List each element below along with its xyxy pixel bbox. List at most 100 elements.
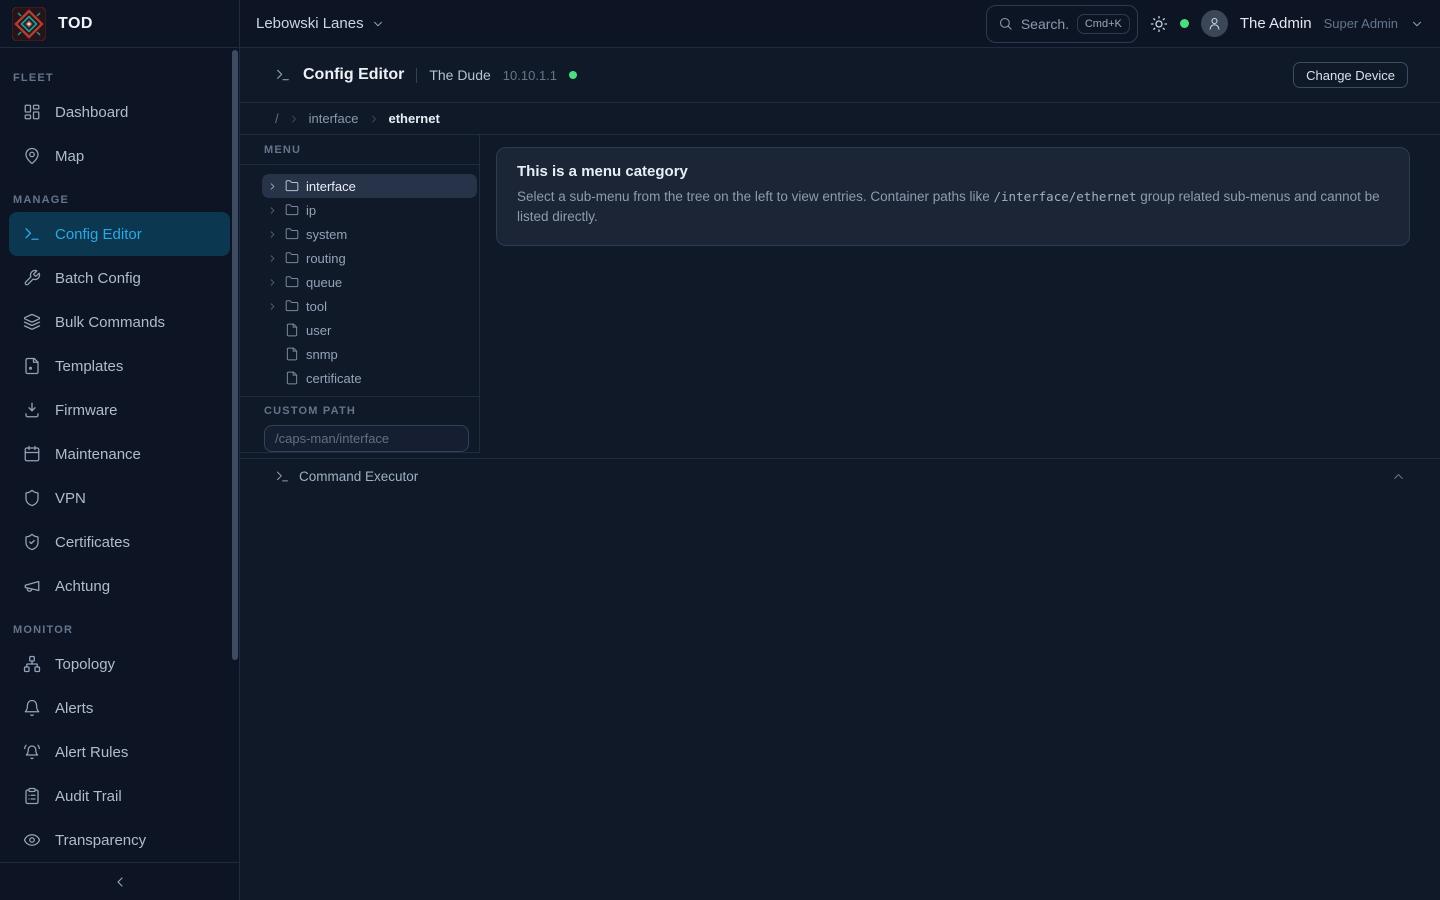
tree-item-system[interactable]: system [262, 222, 477, 246]
chevron-up-icon[interactable] [1391, 469, 1406, 484]
folder-icon [285, 227, 299, 241]
sidebar-item-label: Topology [55, 656, 115, 673]
search-shortcut-badge: Cmd+K [1077, 14, 1130, 34]
terminal-icon [275, 469, 290, 484]
sidebar-collapse-button[interactable] [0, 862, 239, 900]
sidebar-item-label: Maintenance [55, 446, 141, 463]
sidebar-item-label: Bulk Commands [55, 314, 165, 331]
theme-toggle-sun-icon[interactable] [1150, 15, 1168, 33]
file-icon [285, 323, 299, 337]
sidebar-nav: FLEET Dashboard Map MANAGE Config Editor… [0, 48, 239, 862]
breadcrumb: / interface ethernet [240, 103, 1440, 135]
tree-item-tool[interactable]: tool [262, 294, 477, 318]
sidebar-item-audit-trail[interactable]: Audit Trail [9, 774, 230, 818]
tree-item-label: tool [306, 299, 327, 314]
editor-body: MENU interface ip syst [240, 135, 1440, 453]
chevron-right-icon[interactable] [267, 301, 278, 312]
breadcrumb-item-interface[interactable]: interface [309, 111, 359, 126]
sidebar-item-label: Firmware [55, 402, 118, 419]
command-executor-bar[interactable]: Command Executor [240, 458, 1440, 494]
sidebar-item-transparency[interactable]: Transparency [9, 818, 230, 862]
info-card-title: This is a menu category [517, 163, 1389, 180]
menu-panel: MENU interface ip syst [240, 135, 480, 453]
chevron-right-icon [288, 113, 300, 125]
chevron-down-icon [371, 17, 385, 31]
shield-icon [23, 489, 41, 507]
file-icon [285, 347, 299, 361]
sidebar-item-vpn[interactable]: VPN [9, 476, 230, 520]
sidebar-item-alert-rules[interactable]: Alert Rules [9, 730, 230, 774]
chevron-right-icon[interactable] [267, 229, 278, 240]
custom-path-input[interactable] [264, 425, 469, 452]
sidebar-item-label: Batch Config [55, 270, 141, 287]
tree-item-label: system [306, 227, 347, 242]
tree-item-snmp[interactable]: snmp [262, 342, 477, 366]
map-pin-icon [23, 147, 41, 165]
custom-path-label: CUSTOM PATH [264, 405, 469, 417]
global-search[interactable]: Cmd+K [986, 5, 1138, 43]
sidebar-section-manage: MANAGE [0, 178, 239, 212]
custom-path-section: CUSTOM PATH [240, 396, 479, 452]
sidebar-section-fleet: FLEET [0, 56, 239, 90]
sidebar-item-dashboard[interactable]: Dashboard [9, 90, 230, 134]
tree-item-routing[interactable]: routing [262, 246, 477, 270]
tree-item-interface[interactable]: interface [262, 174, 477, 198]
chevron-right-icon[interactable] [267, 181, 278, 192]
info-code-path: /interface/ethernet [994, 189, 1137, 204]
bell-ring-icon [23, 743, 41, 761]
tree-item-ip[interactable]: ip [262, 198, 477, 222]
breadcrumb-item-ethernet: ethernet [389, 111, 440, 126]
sidebar-item-firmware[interactable]: Firmware [9, 388, 230, 432]
device-name: The Dude [429, 67, 490, 83]
info-card-body: Select a sub-menu from the tree on the l… [517, 187, 1389, 228]
sidebar-item-map[interactable]: Map [9, 134, 230, 178]
tree-item-label: queue [306, 275, 342, 290]
config-editor-header: Config Editor The Dude 10.10.1.1 Change … [240, 48, 1440, 103]
sidebar-item-batch-config[interactable]: Batch Config [9, 256, 230, 300]
sidebar-item-label: Transparency [55, 832, 146, 849]
chevron-right-icon[interactable] [267, 205, 278, 216]
sidebar-item-maintenance[interactable]: Maintenance [9, 432, 230, 476]
sidebar-item-alerts[interactable]: Alerts [9, 686, 230, 730]
info-text: Select a sub-menu from the tree on the l… [517, 189, 994, 204]
divider [416, 68, 417, 83]
tree-item-certificate[interactable]: certificate [262, 366, 477, 390]
clipboard-icon [23, 787, 41, 805]
change-device-button[interactable]: Change Device [1293, 62, 1408, 88]
sidebar-item-config-editor[interactable]: Config Editor [9, 212, 230, 256]
menu-category-info-card: This is a menu category Select a sub-men… [496, 147, 1410, 246]
device-online-dot [569, 71, 577, 79]
sidebar-scrollbar[interactable] [232, 50, 238, 660]
folder-icon [285, 251, 299, 265]
terminal-icon [275, 67, 291, 83]
sidebar-item-bulk-commands[interactable]: Bulk Commands [9, 300, 230, 344]
search-input[interactable] [1021, 16, 1069, 32]
sidebar-item-label: Config Editor [55, 226, 142, 243]
breadcrumb-root[interactable]: / [275, 111, 279, 126]
terminal-icon [23, 225, 41, 243]
tree-item-queue[interactable]: queue [262, 270, 477, 294]
org-switcher[interactable]: Lebowski Lanes [256, 15, 385, 32]
tree-item-label: routing [306, 251, 346, 266]
connection-status-dot [1180, 19, 1189, 28]
brand-name: TOD [58, 15, 93, 33]
sidebar-item-templates[interactable]: Templates [9, 344, 230, 388]
org-switcher-label: Lebowski Lanes [256, 15, 364, 32]
user-menu-chevron-down-icon[interactable] [1410, 17, 1424, 31]
sidebar-item-certificates[interactable]: Certificates [9, 520, 230, 564]
sidebar-item-label: Alert Rules [55, 744, 128, 761]
tree-item-user[interactable]: user [262, 318, 477, 342]
page-title: Config Editor [303, 66, 404, 84]
search-icon [998, 16, 1013, 31]
chevron-right-icon[interactable] [267, 253, 278, 264]
sidebar-item-label: Templates [55, 358, 123, 375]
device-ip: 10.10.1.1 [503, 68, 557, 83]
file-icon [285, 371, 299, 385]
chevron-right-icon[interactable] [267, 277, 278, 288]
calendar-icon [23, 445, 41, 463]
sidebar-item-achtung[interactable]: Achtung [9, 564, 230, 608]
user-avatar[interactable] [1201, 10, 1228, 37]
folder-icon [285, 299, 299, 313]
brand: TOD [0, 0, 240, 47]
sidebar-item-topology[interactable]: Topology [9, 642, 230, 686]
